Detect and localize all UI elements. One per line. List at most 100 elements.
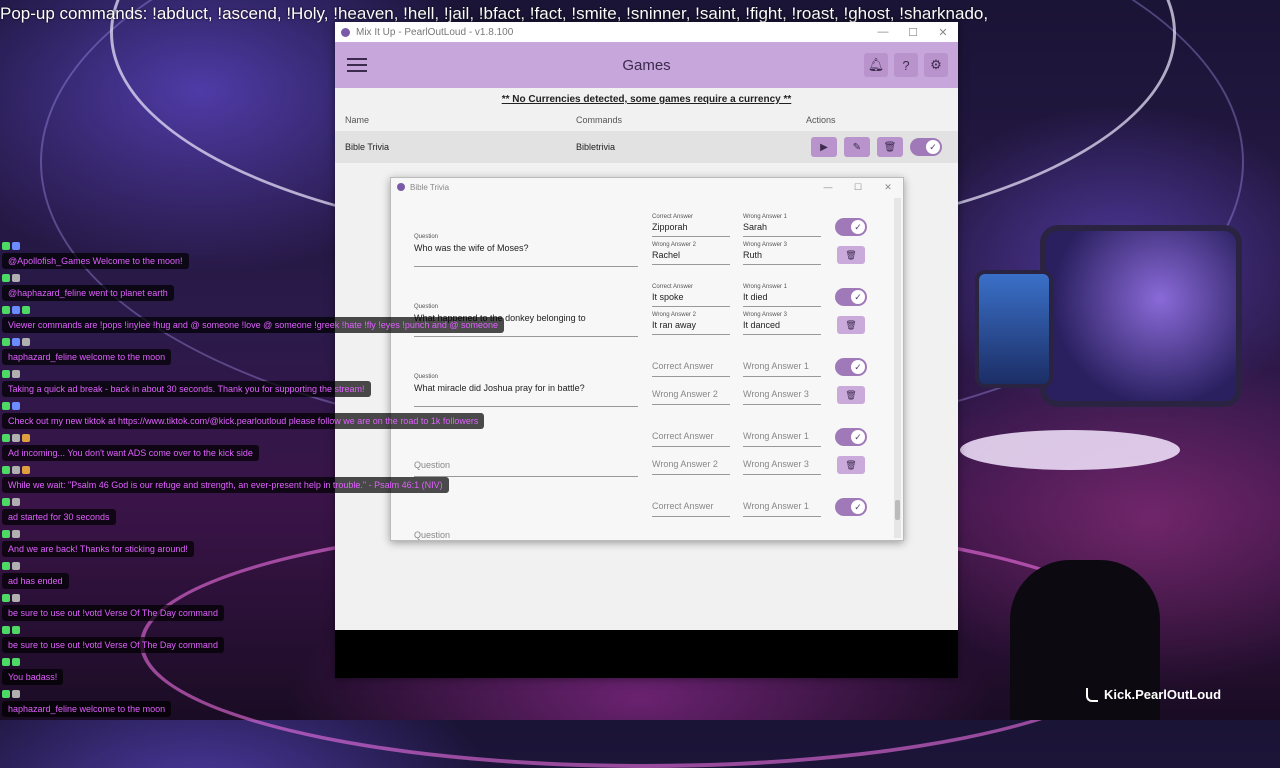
dialog-title: Bible Trivia [410, 182, 450, 192]
wrong-answer-2-label: Wrong Answer 2 [652, 242, 696, 248]
chat-message: @haphazard_feline went to planet earth [2, 272, 522, 304]
question-enabled-toggle[interactable]: ✓ [835, 218, 867, 236]
decor-space-window [1040, 225, 1242, 407]
column-name: Name [345, 115, 370, 125]
correct-answer-field[interactable]: Correct Answer It spoke [652, 284, 730, 307]
chat-text: ad has ended [2, 573, 69, 589]
question-enabled-toggle[interactable]: ✓ [835, 498, 867, 516]
wrong-answer-2-field[interactable]: Wrong Answer 2 [652, 382, 730, 405]
bell-icon[interactable]: 🔔︎ [864, 53, 888, 77]
close-icon[interactable]: ✕ [873, 182, 903, 193]
correct-answer-field[interactable]: Correct Answer [652, 494, 730, 517]
dialog-scrollbar[interactable] [894, 198, 901, 538]
wrong-answer-1-placeholder: Wrong Answer 1 [743, 501, 809, 511]
column-actions: Actions [806, 115, 836, 125]
chat-text: You badass! [2, 669, 64, 685]
wrong-answer-3-field[interactable]: Wrong Answer 3 Ruth [743, 242, 821, 265]
dialog-titlebar: Bible Trivia — ☐ ✕ [391, 178, 903, 196]
chat-message: You badass! [2, 656, 522, 688]
app-logo-icon [341, 27, 350, 37]
maximize-icon[interactable]: ☐ [843, 182, 873, 193]
decor-table [960, 430, 1180, 470]
wrong-answer-1-field[interactable]: Wrong Answer 1 [743, 424, 821, 447]
wrong-answer-2-label: Wrong Answer 2 [652, 312, 696, 318]
app-logo-icon [397, 183, 405, 191]
question-enabled-toggle[interactable]: ✓ [835, 428, 867, 446]
delete-question-button[interactable]: 🗑︎ [837, 316, 865, 334]
wrong-answer-3-label: Wrong Answer 3 [743, 312, 787, 318]
close-icon[interactable]: ✕ [928, 26, 958, 39]
maximize-icon[interactable]: ☐ [898, 26, 928, 39]
correct-answer-placeholder: Correct Answer [652, 361, 714, 371]
kick-brand-watermark: Kick.PearlOutLoud [1086, 687, 1221, 702]
correct-answer-label: Correct Answer [652, 284, 694, 290]
delete-question-button[interactable]: 🗑︎ [837, 456, 865, 474]
chat-message: Check out my new tiktok at https://www.t… [2, 400, 522, 432]
wrong-answer-1-value: It died [743, 292, 768, 302]
question-enabled-toggle[interactable]: ✓ [835, 358, 867, 376]
chat-message: ad has ended [2, 560, 522, 592]
chat-text: Taking a quick ad break - back in about … [2, 381, 371, 397]
column-commands: Commands [576, 115, 623, 125]
delete-question-button[interactable]: 🗑︎ [837, 386, 865, 404]
table-row[interactable]: Bible Trivia Bibletrivia ▶ ✎ 🗑︎ ✓ [335, 131, 958, 163]
wrong-answer-1-field[interactable]: Wrong Answer 1 Sarah [743, 214, 821, 237]
game-command: Bibletrivia [576, 142, 616, 152]
correct-answer-field[interactable]: Correct Answer [652, 354, 730, 377]
scrollbar-thumb[interactable] [895, 500, 900, 520]
wrong-answer-1-field[interactable]: Wrong Answer 1 [743, 354, 821, 377]
wrong-answer-3-field[interactable]: Wrong Answer 3 It danced [743, 312, 821, 335]
window-titlebar: Mix It Up - PearlOutLoud - v1.8.100 — ☐ … [335, 22, 958, 42]
wrong-answer-2-value: It ran away [652, 320, 697, 330]
chat-text: @Apollofish_Games Welcome to the moon! [2, 253, 189, 269]
chat-text: ad started for 30 seconds [2, 509, 116, 525]
correct-answer-field[interactable]: Correct Answer [652, 424, 730, 447]
chat-message: be sure to use out !votd Verse Of The Da… [2, 592, 522, 624]
wrong-answer-3-placeholder: Wrong Answer 3 [743, 389, 809, 399]
chat-text: Viewer commands are !pops !inylee !hug a… [2, 317, 505, 333]
help-icon[interactable]: ? [894, 53, 918, 77]
minimize-icon[interactable]: — [868, 26, 898, 38]
chat-message: And we are back! Thanks for sticking aro… [2, 528, 522, 560]
brand-text: Kick.PearlOutLoud [1104, 687, 1222, 702]
chat-text: @haphazard_feline went to planet earth [2, 285, 174, 301]
wrong-answer-2-value: Rachel [652, 250, 681, 260]
play-button[interactable]: ▶ [811, 137, 837, 157]
app-header: Games 🔔︎ ? ⚙︎ [335, 42, 958, 88]
chat-text: While we wait: "Psalm 46 God is our refu… [2, 477, 449, 493]
game-enabled-toggle[interactable]: ✓ [910, 138, 942, 156]
wrong-answer-3-field[interactable]: Wrong Answer 3 [743, 382, 821, 405]
wrong-answer-1-placeholder: Wrong Answer 1 [743, 361, 809, 371]
chat-message: Ad incoming... You don't want ADS come o… [2, 432, 522, 464]
wrong-answer-3-value: Ruth [743, 250, 763, 260]
wrong-answer-3-placeholder: Wrong Answer 3 [743, 459, 809, 469]
delete-button[interactable]: 🗑︎ [877, 137, 903, 157]
chat-message: @Apollofish_Games Welcome to the moon! [2, 240, 522, 272]
chat-text: be sure to use out !votd Verse Of The Da… [2, 637, 224, 653]
correct-answer-value: It spoke [652, 292, 684, 302]
wrong-answer-2-field[interactable]: Wrong Answer 2 It ran away [652, 312, 730, 335]
wrong-answer-2-field[interactable]: Wrong Answer 2 [652, 452, 730, 475]
edit-button[interactable]: ✎ [844, 137, 870, 157]
wrong-answer-3-field[interactable]: Wrong Answer 3 [743, 452, 821, 475]
wrong-answer-2-placeholder: Wrong Answer 2 [652, 459, 718, 469]
popup-commands-ticker: Pop-up commands: !abduct, !ascend, !Holy… [0, 4, 989, 23]
games-table-header: Name Commands Actions [335, 111, 958, 131]
gear-icon[interactable]: ⚙︎ [924, 53, 948, 77]
chat-overlay: @Apollofish_Games Welcome to the moon! @… [2, 240, 522, 720]
chat-text: haphazard_feline welcome to the moon [2, 349, 172, 365]
correct-answer-placeholder: Correct Answer [652, 501, 714, 511]
chat-message: Viewer commands are !pops !inylee !hug a… [2, 304, 522, 336]
tiktok-logo-icon [1086, 687, 1098, 702]
minimize-icon[interactable]: — [813, 182, 843, 192]
menu-icon[interactable] [347, 54, 367, 76]
wrong-answer-2-field[interactable]: Wrong Answer 2 Rachel [652, 242, 730, 265]
correct-answer-field[interactable]: Correct Answer Zipporah [652, 214, 730, 237]
wrong-answer-1-field[interactable]: Wrong Answer 1 [743, 494, 821, 517]
wrong-answer-1-field[interactable]: Wrong Answer 1 It died [743, 284, 821, 307]
correct-answer-placeholder: Correct Answer [652, 431, 714, 441]
currency-notice: ** No Currencies detected, some games re… [501, 94, 792, 105]
delete-question-button[interactable]: 🗑︎ [837, 246, 865, 264]
question-enabled-toggle[interactable]: ✓ [835, 288, 867, 306]
wrong-answer-1-label: Wrong Answer 1 [743, 284, 787, 290]
